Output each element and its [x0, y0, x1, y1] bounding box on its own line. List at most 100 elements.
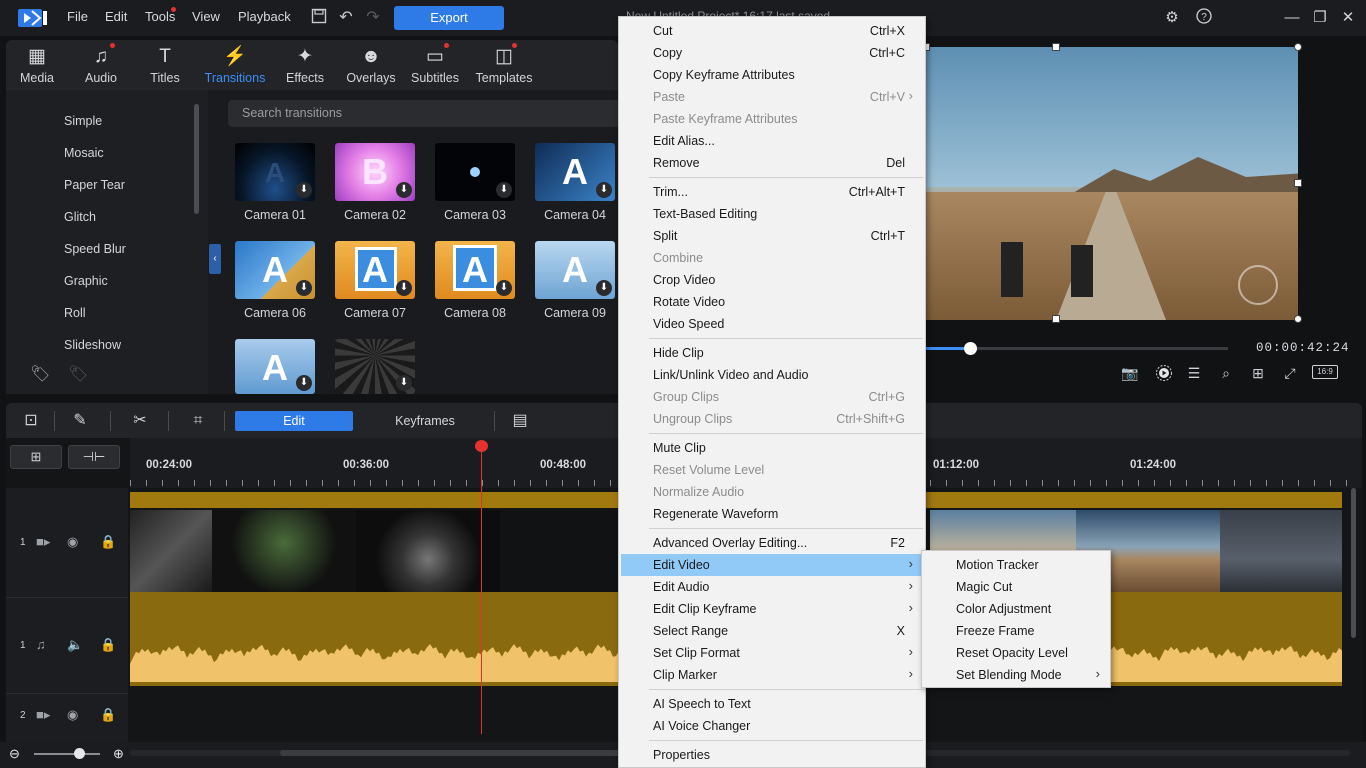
fit-timeline-button[interactable]: ⊣⊢: [68, 445, 120, 469]
tab-overlays[interactable]: ☻ Overlays: [340, 46, 402, 90]
search-input[interactable]: Search transitions: [228, 100, 620, 127]
playhead-line[interactable]: [481, 442, 482, 734]
zoom-slider-knob[interactable]: [74, 748, 85, 759]
menu-item-link-unlink-video-and-audio[interactable]: Link/Unlink Video and Audio: [621, 364, 923, 386]
menu-item-split[interactable]: Split Ctrl+T: [621, 225, 923, 247]
category-speed-blur[interactable]: Speed Blur: [64, 242, 126, 256]
category-roll[interactable]: Roll: [64, 306, 86, 320]
resize-handle[interactable]: [1294, 315, 1302, 323]
download-icon[interactable]: ⬇: [396, 375, 412, 391]
thumbnail-camera-08[interactable]: A ⬇: [435, 241, 515, 299]
timeline-view-icon[interactable]: ⊡: [21, 411, 41, 431]
menu-item-ungroup-clips[interactable]: Ungroup Clips Ctrl+Shift+G: [621, 408, 923, 430]
camera-snapshot-icon[interactable]: 📷: [1120, 364, 1140, 382]
menu-item-clip-marker[interactable]: Clip Marker ›: [621, 664, 923, 686]
submenu-item-color-adjustment[interactable]: Color Adjustment: [924, 598, 1108, 620]
category-graphic[interactable]: Graphic: [64, 274, 108, 288]
category-glitch[interactable]: Glitch: [64, 210, 96, 224]
menu-item-advanced-overlay-editing[interactable]: Advanced Overlay Editing... F2: [621, 532, 923, 554]
thumbnail-umbrella[interactable]: ⬇: [335, 339, 415, 394]
thumbnail-camera-09[interactable]: A ⬇: [535, 241, 615, 299]
zoom-in-icon[interactable]: ⊕: [113, 746, 124, 762]
category-scrollbar[interactable]: [194, 104, 199, 214]
download-icon[interactable]: ⬇: [496, 280, 512, 296]
safe-zone-icon[interactable]: ⊞: [1248, 364, 1268, 382]
thumbnail-camera-02[interactable]: B ⬇: [335, 143, 415, 201]
menu-item-regenerate-waveform[interactable]: Regenerate Waveform: [621, 503, 923, 525]
download-icon[interactable]: ⬇: [296, 280, 312, 296]
download-icon[interactable]: ⬇: [396, 280, 412, 296]
tab-edit[interactable]: Edit: [235, 411, 353, 431]
category-slideshow[interactable]: Slideshow: [64, 338, 121, 352]
menu-item-ai-voice-changer[interactable]: AI Voice Changer: [621, 715, 923, 737]
horizontal-scrollbar-thumb[interactable]: [280, 750, 620, 756]
menu-item-mute-clip[interactable]: Mute Clip: [621, 437, 923, 459]
lock-icon[interactable]: 🔒: [100, 707, 116, 723]
lock-icon[interactable]: 🔒: [100, 534, 116, 550]
menu-item-set-clip-format[interactable]: Set Clip Format ›: [621, 642, 923, 664]
menu-item-normalize-audio[interactable]: Normalize Audio: [621, 481, 923, 503]
play-quality-icon[interactable]: [1154, 364, 1174, 382]
thumbnail-camera-03[interactable]: ⬇: [435, 143, 515, 201]
menu-item-paste[interactable]: Paste Ctrl+V ›: [621, 86, 923, 108]
menu-playback[interactable]: Playback: [238, 9, 291, 24]
clip-list-icon[interactable]: ▤: [510, 411, 530, 431]
menu-item-group-clips[interactable]: Group Clips Ctrl+G: [621, 386, 923, 408]
lock-icon[interactable]: 🔒: [100, 637, 116, 653]
menu-item-edit-audio[interactable]: Edit Audio ›: [621, 576, 923, 598]
tab-titles[interactable]: T Titles: [134, 46, 196, 90]
menu-item-cut[interactable]: Cut Ctrl+X: [621, 20, 923, 42]
track-manager-button[interactable]: ⊞: [10, 445, 62, 469]
submenu-item-reset-opacity-level[interactable]: Reset Opacity Level: [924, 642, 1108, 664]
submenu-item-motion-tracker[interactable]: Motion Tracker: [924, 554, 1108, 576]
category-simple[interactable]: Simple: [64, 114, 102, 128]
menu-item-edit-alias[interactable]: Edit Alias...: [621, 130, 923, 152]
scissors-icon[interactable]: ✂: [130, 411, 150, 431]
menu-item-paste-keyframe-attributes[interactable]: Paste Keyframe Attributes: [621, 108, 923, 130]
aspect-ratio-badge[interactable]: 16:9: [1312, 365, 1338, 379]
video-clip-thumbnail[interactable]: [130, 510, 212, 592]
resize-handle[interactable]: [1052, 315, 1060, 323]
download-icon[interactable]: ⬇: [396, 182, 412, 198]
help-icon[interactable]: ?: [1194, 8, 1214, 28]
download-icon[interactable]: ⬇: [596, 182, 612, 198]
preview-window[interactable]: [926, 47, 1298, 320]
timeline-vertical-scrollbar[interactable]: [1351, 488, 1356, 638]
subtitle-icon[interactable]: ☰: [1184, 364, 1204, 382]
eye-icon[interactable]: ◉: [67, 534, 78, 550]
menu-item-properties[interactable]: Properties: [621, 744, 923, 766]
zoom-slider[interactable]: [34, 753, 100, 755]
thumbnail-camera-04[interactable]: A ⬇: [535, 143, 615, 201]
close-icon[interactable]: ✕: [1338, 8, 1358, 28]
thumbnail-camera-10[interactable]: A ⬇: [235, 339, 315, 394]
settings-gear-icon[interactable]: ⚙: [1162, 8, 1182, 28]
menu-item-reset-volume-level[interactable]: Reset Volume Level: [621, 459, 923, 481]
menu-item-combine[interactable]: Combine: [621, 247, 923, 269]
resize-handle[interactable]: [1052, 43, 1060, 51]
add-tag-icon[interactable]: 🏷: [30, 364, 50, 384]
menu-item-trim[interactable]: Trim... Ctrl+Alt+T: [621, 181, 923, 203]
menu-item-copy-keyframe-attributes[interactable]: Copy Keyframe Attributes: [621, 64, 923, 86]
crop-icon[interactable]: ⌗: [188, 411, 208, 431]
redo-icon[interactable]: ↷: [363, 8, 383, 28]
submenu-item-set-blending-mode[interactable]: Set Blending Mode ›: [924, 664, 1108, 686]
speaker-icon[interactable]: 🔈: [67, 637, 83, 653]
video-clip-thumbnail[interactable]: [212, 510, 356, 592]
zoom-out-icon[interactable]: ⊖: [9, 746, 20, 762]
tab-templates[interactable]: ◫ Templates: [473, 46, 535, 90]
menu-item-text-based-editing[interactable]: Text-Based Editing: [621, 203, 923, 225]
thumbnail-camera-07[interactable]: A ⬇: [335, 241, 415, 299]
menu-view[interactable]: View: [192, 9, 220, 24]
thumbnail-camera-06[interactable]: A ⬇: [235, 241, 315, 299]
save-icon[interactable]: [309, 8, 329, 28]
tab-audio[interactable]: ♫ Audio: [70, 46, 132, 90]
download-icon[interactable]: ⬇: [496, 182, 512, 198]
zoom-icon[interactable]: ⌕: [1216, 364, 1236, 382]
menu-item-remove[interactable]: Remove Del: [621, 152, 923, 174]
rotate-handle[interactable]: [1294, 43, 1302, 51]
menu-item-edit-video[interactable]: Edit Video ›: [621, 554, 923, 576]
thumbnail-camera-01[interactable]: A ⬇: [235, 143, 315, 201]
category-paper-tear[interactable]: Paper Tear: [64, 178, 125, 192]
menu-edit[interactable]: Edit: [105, 9, 127, 24]
category-mosaic[interactable]: Mosaic: [64, 146, 104, 160]
